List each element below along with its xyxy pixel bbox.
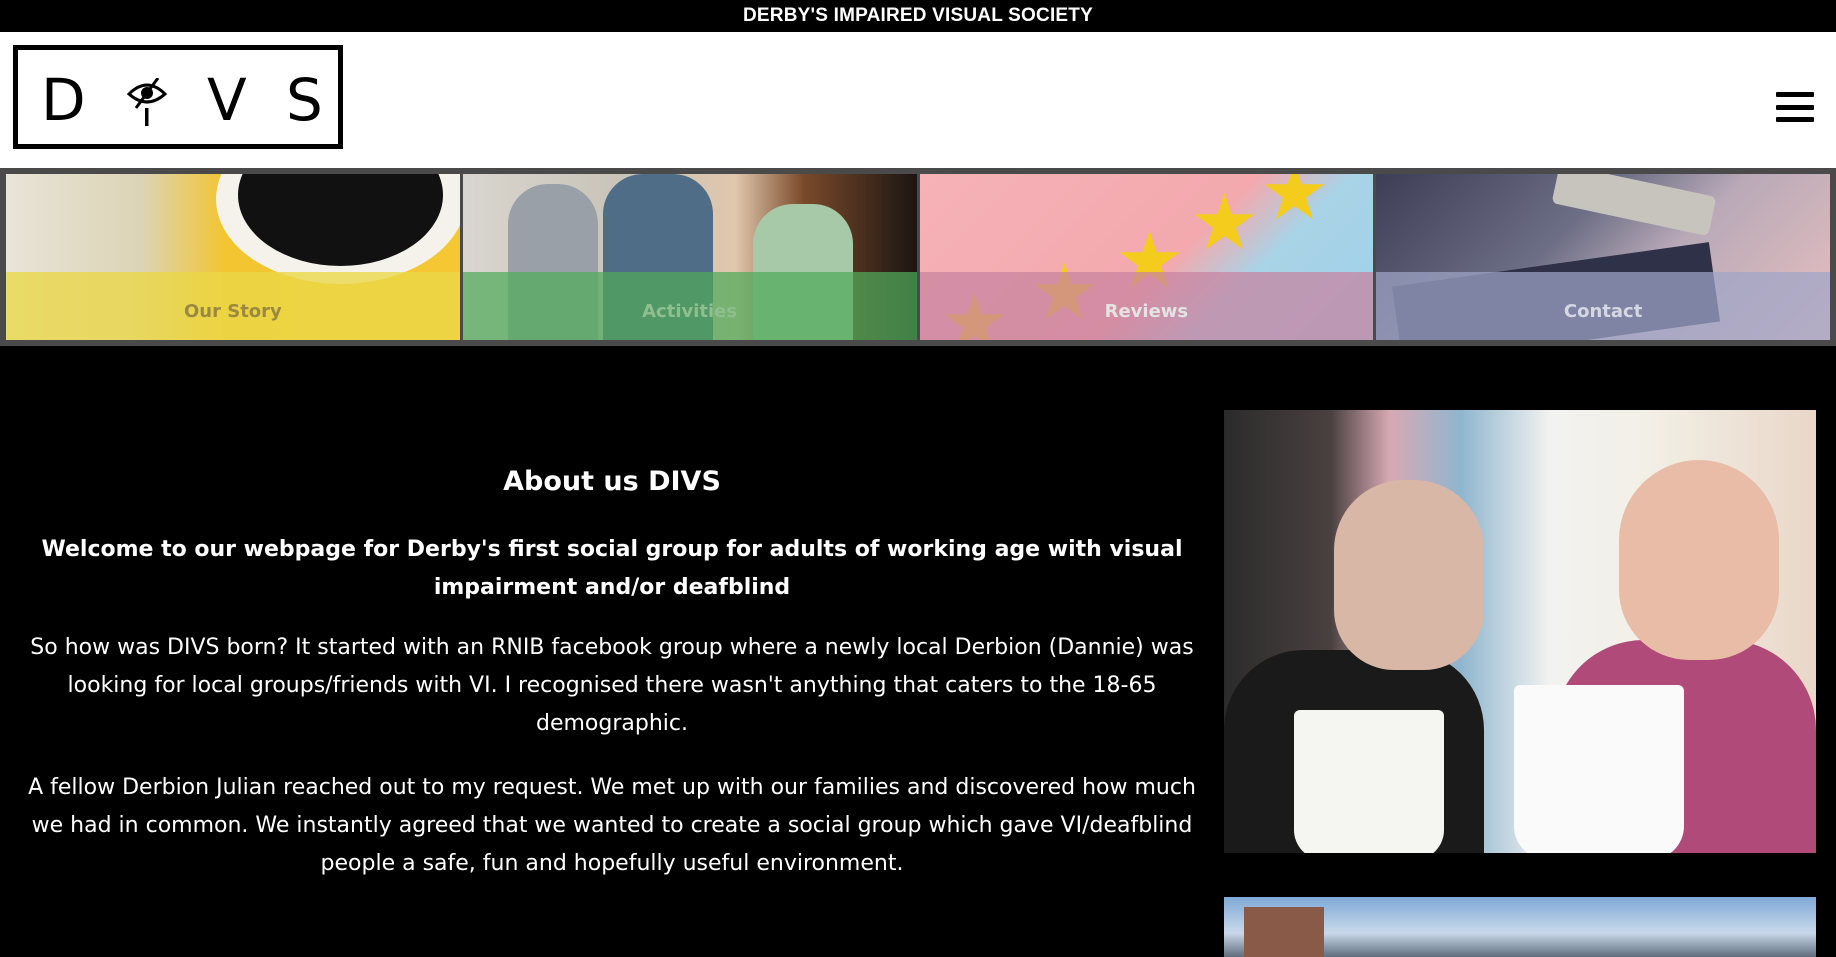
hamburger-menu-icon[interactable]	[1776, 92, 1814, 122]
tile-label: Activities	[462, 272, 917, 340]
tile-label: Our Story	[6, 272, 460, 340]
menu-bar	[1776, 92, 1814, 97]
divs-logo[interactable]: D V S	[13, 45, 343, 149]
crossed-eye-icon	[126, 78, 168, 126]
tile-activities[interactable]: Activities	[462, 174, 917, 340]
menu-bar	[1776, 104, 1814, 110]
founders-photo	[1224, 410, 1816, 853]
logo-letter-v: V	[207, 66, 247, 134]
about-paragraph: A fellow Derbion Julian reached out to m…	[28, 775, 1196, 876]
tile-reviews[interactable]: ★ ★ ★ ★ ★ Reviews	[919, 174, 1374, 340]
tile-contact[interactable]: Contact	[1376, 174, 1830, 340]
building-photo	[1224, 897, 1816, 957]
top-banner: DERBY'S IMPAIRED VISUAL SOCIETY	[0, 0, 1836, 32]
about-section: About us DIVS Welcome to our webpage for…	[0, 346, 1836, 957]
nav-tiles: Our Story Activities ★ ★ ★ ★ ★ Reviews C…	[0, 174, 1836, 346]
logo-letter-d: D	[41, 66, 86, 134]
about-paragraph: So how was DIVS born? It started with an…	[30, 635, 1194, 736]
tile-label: Reviews	[919, 272, 1374, 340]
about-lead: Welcome to our webpage for Derby's first…	[41, 537, 1183, 600]
site-full-name: DERBY'S IMPAIRED VISUAL SOCIETY	[743, 5, 1093, 26]
menu-bar	[1776, 117, 1814, 122]
tile-label: Contact	[1376, 272, 1830, 340]
tile-our-story[interactable]: Our Story	[6, 174, 460, 340]
logo-letter-s: S	[286, 66, 323, 134]
site-header: D V S	[0, 32, 1836, 174]
about-text: About us DIVS Welcome to our webpage for…	[20, 466, 1204, 909]
about-heading: About us DIVS	[503, 466, 721, 497]
